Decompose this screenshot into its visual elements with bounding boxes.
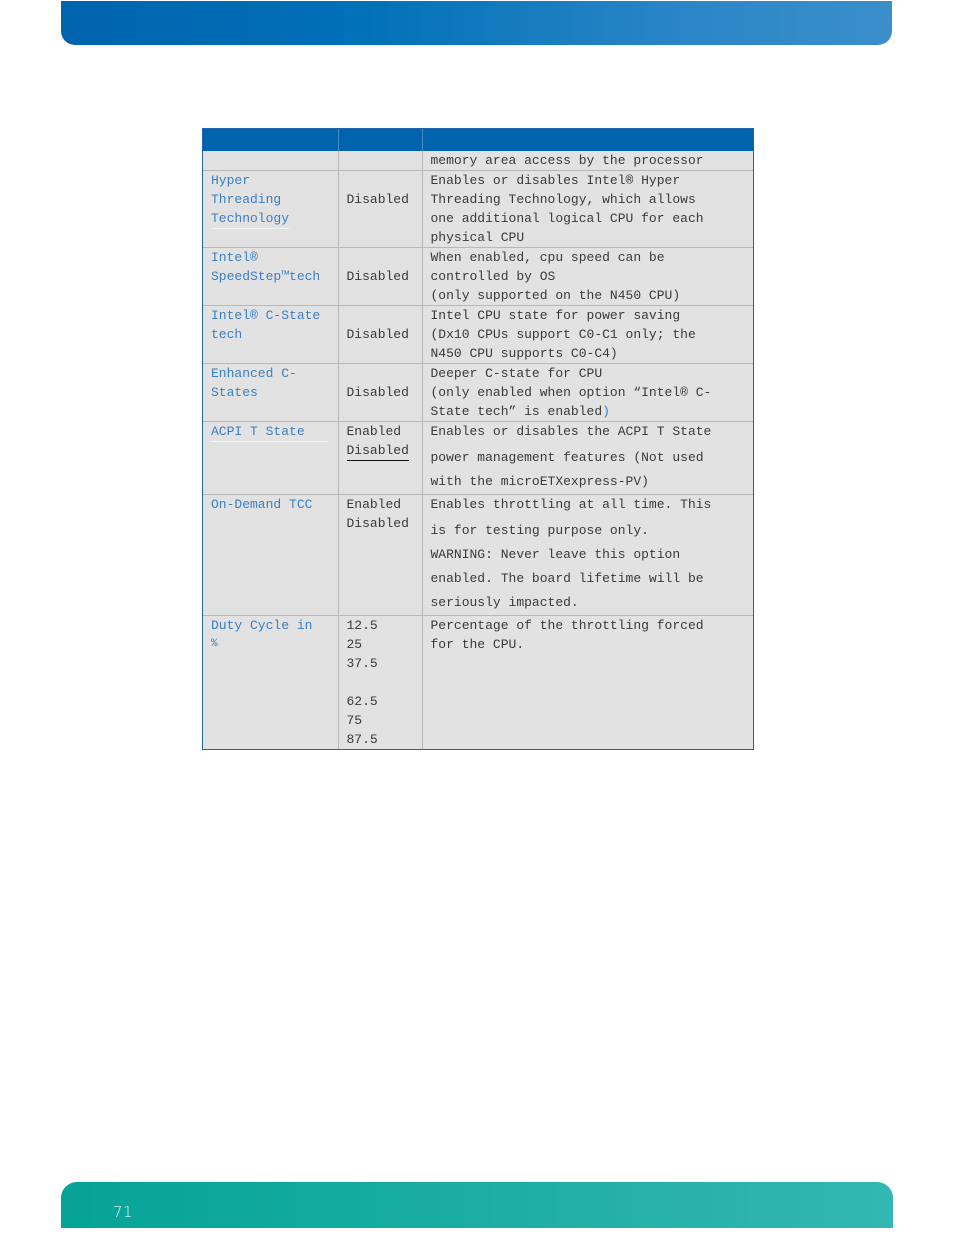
setting-name-line: Duty Cycle in: [211, 618, 313, 633]
description-line: one additional logical CPU for each: [430, 211, 704, 226]
setting-cell: [203, 151, 338, 171]
option-value[interactable]: Disabled: [347, 190, 416, 209]
description-line: Enables throttling at all time. This: [430, 497, 712, 512]
table-row: Hyper Threading Technology Disabled Enab…: [203, 170, 753, 248]
footer-banner: 71: [61, 1182, 893, 1228]
header-setting: [203, 129, 338, 151]
setting-name-line: tech: [211, 327, 243, 342]
top-banner: [61, 1, 892, 45]
description-cell: When enabled, cpu speed can be controlle…: [421, 247, 753, 306]
option-value[interactable]: Enabled: [347, 495, 416, 514]
setting-cell: ACPI T State: [203, 421, 338, 495]
options-cell: Enabled Disabled: [337, 494, 422, 616]
option-value-selected[interactable]: Disabled: [346, 442, 409, 461]
setting-name-line: SpeedStep™tech: [211, 269, 321, 284]
table-row: On-Demand TCC Enabled Disabled Enables t…: [203, 494, 753, 616]
description-line: (only enabled when option “Intel® C-: [430, 385, 712, 400]
setting-cell: On-Demand TCC: [203, 494, 338, 616]
description-line: is for testing purpose only.: [430, 523, 649, 538]
description-line: power management features (Not used: [430, 450, 704, 465]
description-cell: Percentage of the throttling forced for …: [421, 615, 753, 749]
description-cell: Enables or disables the ACPI T State pow…: [421, 421, 753, 495]
option-value[interactable]: 75: [347, 711, 416, 730]
option-value[interactable]: 37.5: [347, 654, 416, 673]
header-options: [337, 129, 422, 151]
options-cell: Enabled Disabled: [337, 421, 422, 495]
description-line: physical CPU: [430, 230, 525, 245]
option-value[interactable]: Disabled: [347, 267, 416, 286]
description-line: enabled. The board lifetime will be: [430, 571, 704, 586]
setting-cell: Duty Cycle in %: [203, 615, 338, 749]
description-line: Intel CPU state for power saving: [430, 308, 681, 323]
setting-cell: Enhanced C- States: [203, 363, 338, 422]
options-cell: [337, 151, 422, 171]
description-line: State tech” is enabled): [431, 402, 748, 421]
description-line: controlled by OS: [430, 269, 556, 284]
description-line: memory area access by the processor: [430, 153, 704, 168]
description-line: When enabled, cpu speed can be: [430, 250, 665, 265]
table-header-row: [203, 129, 753, 151]
setting-name-line: Intel® C-State: [211, 308, 321, 323]
option-value[interactable]: 25: [347, 635, 416, 654]
description-cell: memory area access by the processor: [421, 151, 753, 171]
description-line: Enables or disables the ACPI T State: [430, 424, 712, 439]
description-line: (only supported on the N450 CPU): [430, 288, 681, 303]
description-cell: Enables throttling at all time. This is …: [421, 494, 753, 616]
table-row: memory area access by the processor: [203, 151, 753, 171]
options-cell: Disabled: [337, 170, 422, 248]
description-line: Deeper C-state for CPU: [430, 366, 603, 381]
header-description: [421, 129, 753, 151]
description-line: Enables or disables Intel® Hyper: [430, 173, 681, 188]
description-line: seriously impacted.: [430, 595, 579, 610]
description-line: (Dx10 CPUs support C0-C1 only; the: [430, 327, 696, 342]
table-row: Enhanced C- States Disabled Deeper C-sta…: [203, 363, 753, 422]
setting-cell: Intel® SpeedStep™tech: [203, 247, 338, 306]
description-line: Percentage of the throttling forced: [430, 618, 704, 633]
option-value[interactable]: 12.5: [347, 616, 416, 635]
setting-name-line: Hyper: [211, 173, 251, 188]
options-cell: Disabled: [337, 363, 422, 422]
description-line: N450 CPU supports C0-C4): [430, 346, 618, 361]
setting-cell: Intel® C-State tech: [203, 305, 338, 364]
options-cell: 12.5 25 37.5 62.5 75 87.5: [337, 615, 422, 749]
option-value[interactable]: Disabled: [347, 325, 416, 344]
option-value[interactable]: Enabled: [347, 422, 416, 441]
description-cell: Deeper C-state for CPU (only enabled whe…: [421, 363, 753, 422]
option-value[interactable]: 62.5: [347, 692, 416, 711]
description-cell: Intel CPU state for power saving (Dx10 C…: [421, 305, 753, 364]
setting-name-line: %: [211, 638, 218, 650]
description-line: WARNING: Never leave this option: [430, 547, 681, 562]
options-cell: Disabled: [337, 247, 422, 306]
bios-settings-table: memory area access by the processor Hype…: [202, 128, 754, 750]
closing-paren: ): [602, 404, 610, 419]
setting-cell: Hyper Threading Technology: [203, 170, 338, 248]
setting-name-line: Technology: [211, 209, 290, 229]
description-text: State tech” is enabled: [430, 404, 603, 419]
table-row: Intel® C-State tech Disabled Intel CPU s…: [203, 305, 753, 364]
options-cell: Disabled: [337, 305, 422, 364]
description-line: for the CPU.: [430, 637, 525, 652]
page-number: 71: [113, 1203, 134, 1221]
description-line: with the microETXexpress-PV): [430, 474, 649, 489]
option-value[interactable]: Disabled: [347, 514, 416, 533]
setting-name-line: On-Demand TCC: [211, 497, 313, 512]
setting-name-line: States: [211, 385, 258, 400]
table-row: ACPI T State Enabled Disabled Enables or…: [203, 421, 753, 495]
table-row: Duty Cycle in % 12.5 25 37.5 62.5 75 87.…: [203, 615, 753, 749]
table-row: Intel® SpeedStep™tech Disabled When enab…: [203, 247, 753, 306]
setting-name-line: Enhanced C-: [211, 366, 297, 381]
description-cell: Enables or disables Intel® Hyper Threadi…: [421, 170, 753, 248]
option-value[interactable]: [347, 673, 416, 692]
description-line: Threading Technology, which allows: [430, 192, 696, 207]
setting-name-line: ACPI T State: [211, 422, 328, 442]
option-value[interactable]: Disabled: [347, 383, 416, 402]
option-value[interactable]: 87.5: [347, 730, 416, 749]
setting-name-line: Intel®: [211, 250, 258, 265]
setting-name-line: Threading: [211, 192, 282, 207]
